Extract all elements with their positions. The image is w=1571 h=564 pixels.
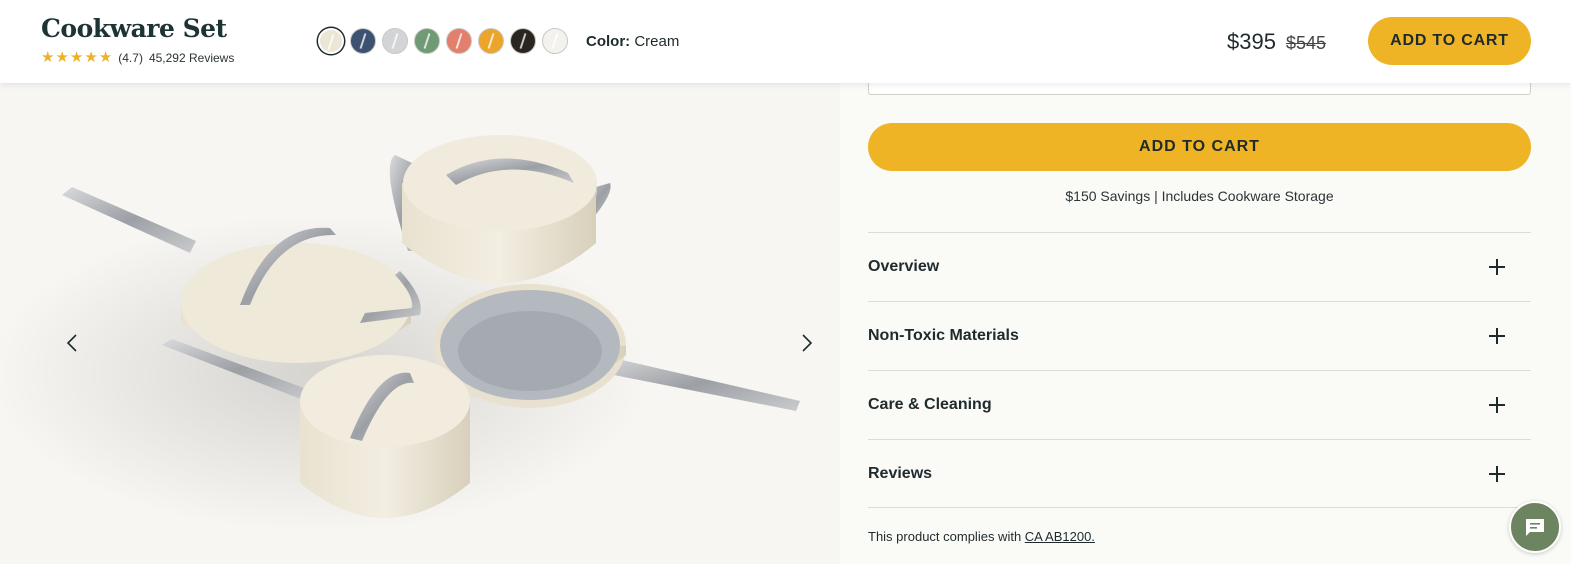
accordion-label: Overview xyxy=(868,258,940,275)
accordion-non-toxic-materials[interactable]: Non-Toxic Materials xyxy=(868,301,1531,370)
chat-button[interactable] xyxy=(1509,501,1561,553)
star-icon: ★ xyxy=(55,49,69,66)
product-details-accordion: Overview Non-Toxic Materials Care & Clea… xyxy=(868,232,1531,508)
star-icon: ★ xyxy=(98,49,113,66)
swatch-black[interactable] xyxy=(510,28,536,54)
swatch-gray[interactable] xyxy=(382,28,408,54)
product-title: Cookware Set xyxy=(41,14,227,43)
accordion-label: Non-Toxic Materials xyxy=(868,327,1019,344)
color-value: Cream xyxy=(634,33,680,50)
swatch-navy[interactable] xyxy=(350,28,376,54)
plus-icon xyxy=(1489,397,1505,413)
header-add-to-cart-button[interactable]: ADD TO CART xyxy=(1368,17,1531,65)
plus-icon xyxy=(1489,328,1505,344)
swatch-marigold[interactable] xyxy=(478,28,504,54)
plus-icon xyxy=(1489,465,1505,482)
accordion-label: Reviews xyxy=(868,464,933,482)
swatch-terracotta[interactable] xyxy=(446,28,472,54)
accordion-care-cleaning[interactable]: Care & Cleaning xyxy=(868,370,1531,439)
swatch-cream[interactable] xyxy=(318,28,344,54)
rating-summary[interactable]: ★ ★ ★ ★ ★ (4.7) 45,292 Reviews xyxy=(41,50,234,65)
add-to-cart-button[interactable]: ADD TO CART xyxy=(868,123,1531,171)
star-icon: ★ xyxy=(84,49,98,66)
accordion-label: Care & Cleaning xyxy=(868,396,992,413)
prev-image-button[interactable] xyxy=(60,331,84,355)
selected-color: Color: Cream xyxy=(586,33,679,50)
chat-bubble-icon xyxy=(1526,519,1544,536)
star-icon: ★ xyxy=(41,49,55,66)
price-area: $395 $545 xyxy=(1227,29,1326,55)
swatch-white[interactable] xyxy=(542,28,568,54)
sale-price: $395 xyxy=(1227,29,1276,54)
compliance-link[interactable]: CA AB1200. xyxy=(1025,529,1095,544)
swatch-sage[interactable] xyxy=(414,28,440,54)
rating-value: (4.7) xyxy=(118,50,143,65)
compliance-text: This product complies with xyxy=(868,529,1022,544)
star-rating: ★ ★ ★ ★ ★ xyxy=(41,50,112,65)
color-label: Color: xyxy=(586,33,631,50)
compliance-note: This product complies with CA AB1200. xyxy=(868,529,1095,544)
original-price: $545 xyxy=(1285,33,1326,53)
sticky-header: Cookware Set ★ ★ ★ ★ ★ (4.7) 45,292 Revi… xyxy=(0,0,1571,83)
accordion-overview[interactable]: Overview xyxy=(868,232,1531,301)
product-gallery xyxy=(0,83,840,564)
next-image-button[interactable] xyxy=(795,331,819,355)
review-count[interactable]: 45,292 Reviews xyxy=(149,51,234,65)
chevron-left-icon xyxy=(66,334,77,352)
accordion-reviews[interactable]: Reviews xyxy=(868,439,1531,508)
savings-note: $150 Savings | Includes Cookware Storage xyxy=(1065,188,1334,204)
plus-icon xyxy=(1489,259,1505,275)
chevron-right-icon xyxy=(802,334,813,352)
star-icon: ★ xyxy=(69,49,84,66)
color-swatches xyxy=(318,28,568,54)
product-image xyxy=(0,135,800,533)
